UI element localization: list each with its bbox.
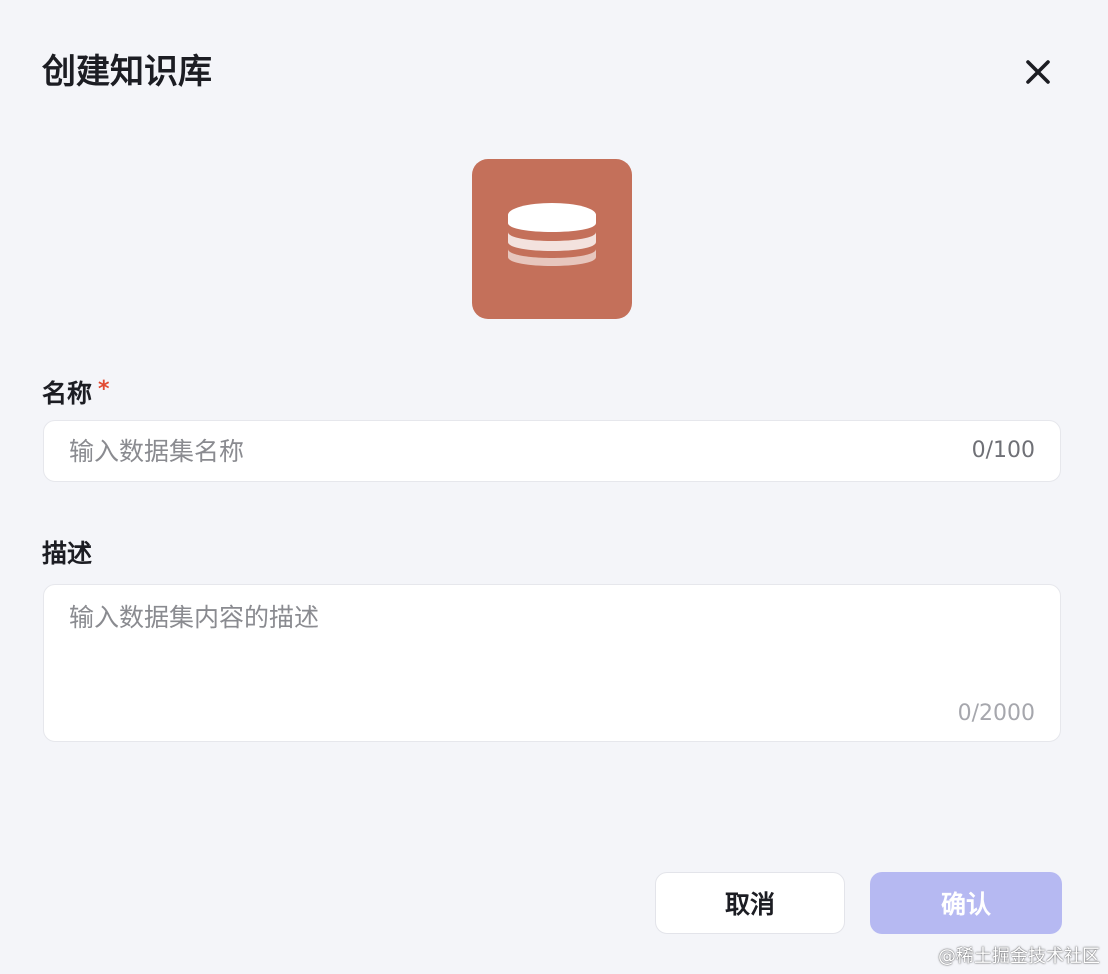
name-input-box: 0/100 bbox=[43, 420, 1061, 482]
knowledge-base-icon-button[interactable] bbox=[472, 159, 632, 319]
name-char-counter: 0/100 bbox=[971, 438, 1035, 463]
close-icon bbox=[1025, 59, 1051, 85]
description-label: 描述 bbox=[42, 539, 93, 568]
required-mark: * bbox=[98, 377, 110, 402]
description-char-counter: 0/2000 bbox=[957, 701, 1035, 726]
watermark: @稀土掘金技术社区 bbox=[938, 946, 1100, 967]
cancel-button[interactable]: 取消 bbox=[655, 872, 845, 934]
description-textarea-box: 0/2000 bbox=[43, 584, 1061, 742]
confirm-button[interactable]: 确认 bbox=[870, 872, 1062, 934]
name-label: 名称 * bbox=[42, 373, 110, 411]
close-button[interactable] bbox=[1018, 52, 1058, 92]
name-label-text: 名称 bbox=[42, 379, 93, 408]
create-knowledge-base-dialog: 创建知识库 名称* 0/100 描述 0/20 bbox=[0, 0, 1108, 974]
database-icon bbox=[506, 191, 598, 287]
dialog-title: 创建知识库 bbox=[42, 52, 212, 92]
name-input[interactable] bbox=[44, 421, 949, 481]
description-textarea[interactable] bbox=[44, 585, 1060, 695]
